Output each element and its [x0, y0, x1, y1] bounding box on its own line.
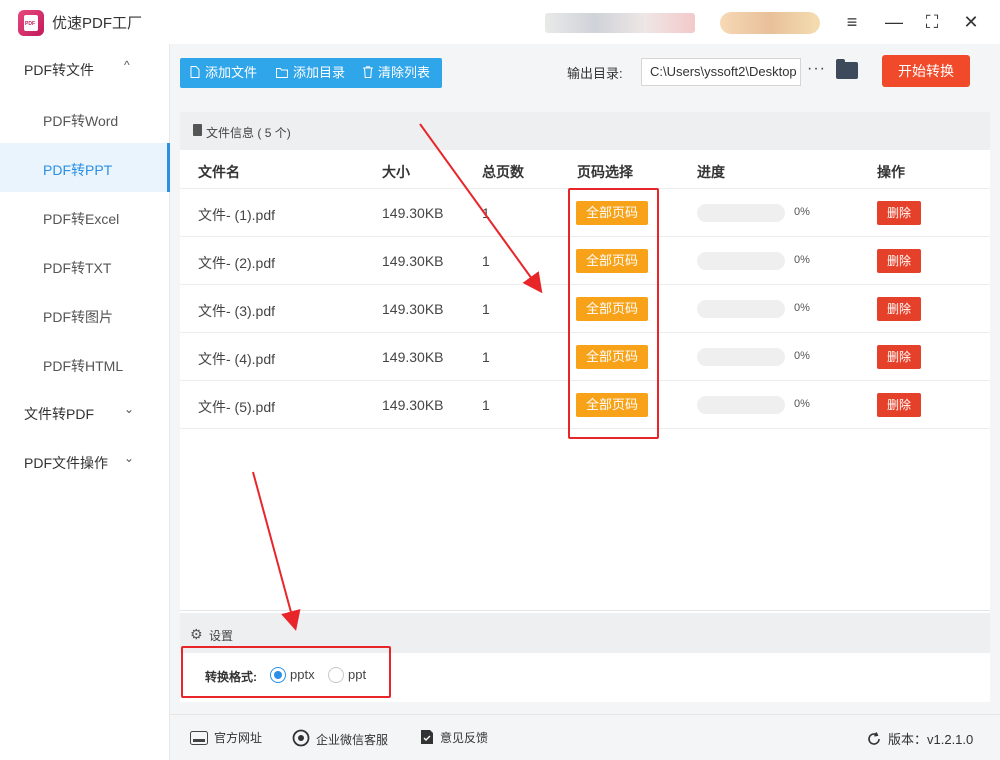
sidebar-item-pdf-to-excel[interactable]: PDF转Excel — [0, 192, 170, 241]
sidebar-item-pdf-to-html[interactable]: PDF转HTML — [0, 339, 170, 388]
add-directory-button[interactable]: 添加目录 — [276, 58, 345, 88]
add-file-button[interactable]: 添加文件 — [190, 58, 257, 88]
column-header-pages: 总页数 — [482, 164, 524, 180]
feedback-icon — [420, 729, 434, 748]
menu-icon[interactable]: ≡ — [839, 10, 865, 34]
progress-bar — [697, 348, 785, 366]
chevron-down-icon: ⌄ — [124, 451, 135, 465]
settings-panel: ⚙ 设置 转换格式: pptx ppt — [180, 610, 990, 702]
table-row: 文件- (2).pdf 149.30KB 1 全部页码 0% 删除 — [180, 237, 990, 285]
folder-icon — [276, 59, 288, 78]
radio-ppt-label[interactable]: ppt — [348, 667, 366, 682]
footer-bar: 官方网址 企业微信客服 意见反馈 版本：v1.2.1.0 — [170, 714, 1000, 760]
file-info-header: 文件信息 ( 5 个) — [180, 112, 990, 150]
delete-button[interactable]: 删除 — [877, 393, 921, 417]
sidebar-group-file-to-pdf[interactable]: 文件转PDF ⌄ — [0, 388, 170, 436]
file-icon — [190, 59, 200, 78]
table-row: 文件- (5).pdf 149.30KB 1 全部页码 0% 删除 — [180, 381, 990, 429]
column-header-action: 操作 — [877, 164, 905, 180]
progress-bar — [697, 396, 785, 414]
output-dir-label: 输出目录: — [567, 66, 623, 81]
main-area: 添加文件 添加目录 清除列表 输出目录: C:\Users\yssoft2\De… — [170, 44, 1000, 760]
column-header-filename: 文件名 — [198, 164, 240, 180]
radio-ppt[interactable] — [328, 667, 344, 683]
output-dir-input[interactable]: C:\Users\yssoft2\Desktop — [641, 58, 801, 86]
open-folder-icon[interactable] — [836, 59, 858, 79]
sidebar-item-pdf-to-ppt[interactable]: PDF转PPT — [0, 143, 170, 192]
blurred-user-badge[interactable] — [720, 12, 820, 34]
version-info[interactable]: 版本：v1.2.1.0 — [866, 729, 973, 750]
sidebar-item-pdf-to-word[interactable]: PDF转Word — [0, 94, 170, 143]
start-convert-button[interactable]: 开始转换 — [882, 55, 970, 87]
blurred-account-info — [545, 13, 695, 33]
progress-bar — [697, 204, 785, 222]
refresh-icon — [866, 731, 882, 750]
column-header-progress: 进度 — [697, 164, 725, 180]
chevron-up-icon: ^ — [124, 58, 130, 72]
minimize-icon[interactable]: — — [881, 10, 907, 34]
chevron-down-icon: ⌄ — [124, 402, 135, 416]
file-list-panel: 文件信息 ( 5 个) 文件名 大小 总页数 页码选择 进度 操作 文件- (1… — [180, 112, 990, 610]
radio-pptx-label[interactable]: pptx — [290, 667, 315, 682]
column-header-page-select: 页码选择 — [577, 164, 633, 180]
file-toolbar: 添加文件 添加目录 清除列表 — [180, 58, 442, 88]
document-icon — [193, 124, 202, 136]
delete-button[interactable]: 删除 — [877, 297, 921, 321]
feedback-link[interactable]: 意见反馈 — [420, 729, 488, 748]
website-icon — [190, 731, 208, 748]
clear-list-button[interactable]: 清除列表 — [363, 58, 430, 88]
sidebar-group-pdf-to-file[interactable]: PDF转文件 ^ — [0, 44, 170, 92]
format-label: 转换格式: — [205, 670, 257, 684]
delete-button[interactable]: 删除 — [877, 201, 921, 225]
table-row: 文件- (1).pdf 149.30KB 1 全部页码 0% 删除 — [180, 189, 990, 237]
more-options-icon[interactable]: ··· — [807, 60, 826, 78]
delete-button[interactable]: 删除 — [877, 249, 921, 273]
sidebar: PDF转文件 ^ PDF转Word PDF转PPT PDF转Excel PDF转… — [0, 44, 170, 760]
column-header-size: 大小 — [382, 164, 410, 180]
app-logo-icon: PDF — [18, 10, 44, 36]
page-select-button[interactable]: 全部页码 — [576, 345, 648, 369]
table-row: 文件- (3).pdf 149.30KB 1 全部页码 0% 删除 — [180, 285, 990, 333]
close-icon[interactable]: ✕ — [958, 10, 984, 34]
settings-header: ⚙ 设置 — [180, 613, 990, 653]
sidebar-item-pdf-to-txt[interactable]: PDF转TXT — [0, 241, 170, 290]
maximize-icon[interactable]: ⛶ — [919, 10, 945, 34]
app-title: 优速PDF工厂 — [52, 15, 143, 32]
trash-icon — [363, 59, 373, 78]
gear-icon: ⚙ — [190, 626, 203, 642]
title-bar: PDF 优速PDF工厂 ≡ — ⛶ ✕ — [0, 0, 1000, 44]
delete-button[interactable]: 删除 — [877, 345, 921, 369]
page-select-button[interactable]: 全部页码 — [576, 393, 648, 417]
table-row: 文件- (4).pdf 149.30KB 1 全部页码 0% 删除 — [180, 333, 990, 381]
chat-icon — [292, 729, 310, 750]
page-select-button[interactable]: 全部页码 — [576, 249, 648, 273]
progress-bar — [697, 252, 785, 270]
wechat-service-link[interactable]: 企业微信客服 — [292, 729, 388, 750]
sidebar-item-pdf-to-image[interactable]: PDF转图片 — [0, 290, 170, 339]
progress-bar — [697, 300, 785, 318]
website-link[interactable]: 官方网址 — [190, 729, 262, 748]
page-select-button[interactable]: 全部页码 — [576, 201, 648, 225]
radio-pptx[interactable] — [270, 667, 286, 683]
sidebar-group-pdf-operations[interactable]: PDF文件操作 ⌄ — [0, 437, 170, 485]
page-select-button[interactable]: 全部页码 — [576, 297, 648, 321]
